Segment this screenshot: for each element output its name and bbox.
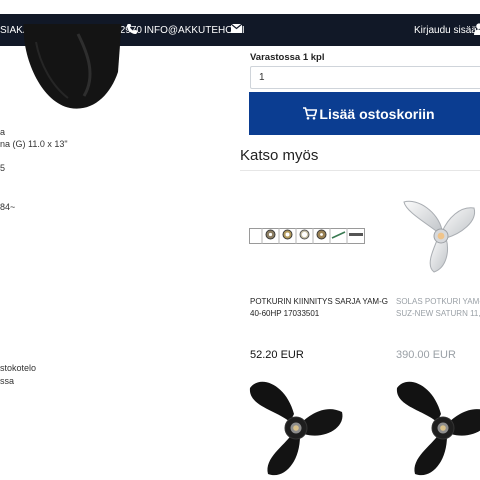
product-main-image (23, 24, 122, 109)
spec-fragment-6: ssa (0, 376, 15, 386)
email-link[interactable]: INFO@AKKUTEHO.FI (144, 25, 245, 36)
spec-fragment-5: stokotelo (0, 363, 37, 373)
product-name-mounting-kit[interactable]: POTKURIN KIINNITYS SARJA YAM-G 40-60HP 1… (250, 296, 388, 320)
product-image-silver-propeller[interactable] (400, 196, 480, 274)
spec-fragment-4: 84~ (0, 202, 16, 212)
user-icon[interactable] (474, 23, 480, 35)
product-name-line: SOLAS POTKURI YAM-G (396, 297, 480, 306)
spec-fragment-3: 5 (0, 163, 6, 173)
product-image-black-propeller[interactable] (246, 374, 346, 480)
section-divider (240, 170, 480, 171)
add-to-cart-button[interactable]: Lisää ostoskoriin (249, 92, 480, 135)
product-name-line: 40-60HP 17033501 (250, 309, 320, 318)
product-price: 52.20 EUR (250, 349, 304, 361)
product-name-line: SUZ-NEW SATURN 11,1 (396, 309, 480, 318)
mail-icon (231, 24, 242, 33)
see-also-heading: Katso myös (240, 147, 319, 164)
spec-fragment-2: na (G) 11.0 x 13" (0, 139, 68, 149)
quantity-input[interactable]: 1 (250, 66, 480, 89)
product-image-black-propeller[interactable] (393, 374, 480, 480)
product-price: 390.00 EUR (396, 349, 456, 361)
login-link[interactable]: Kirjaudu sisään (414, 25, 480, 36)
add-to-cart-label: Lisää ostoskoriin (319, 105, 435, 122)
product-name-line: POTKURIN KIINNITYS SARJA YAM-G (250, 297, 388, 306)
spec-fragment-1: a (0, 127, 6, 137)
product-image-mounting-kit[interactable] (249, 228, 365, 244)
product-name-silver-propeller[interactable]: SOLAS POTKURI YAM-G SUZ-NEW SATURN 11,1 (396, 296, 480, 320)
stock-status: Varastossa 1 kpl (250, 52, 325, 63)
cart-icon (303, 107, 318, 120)
